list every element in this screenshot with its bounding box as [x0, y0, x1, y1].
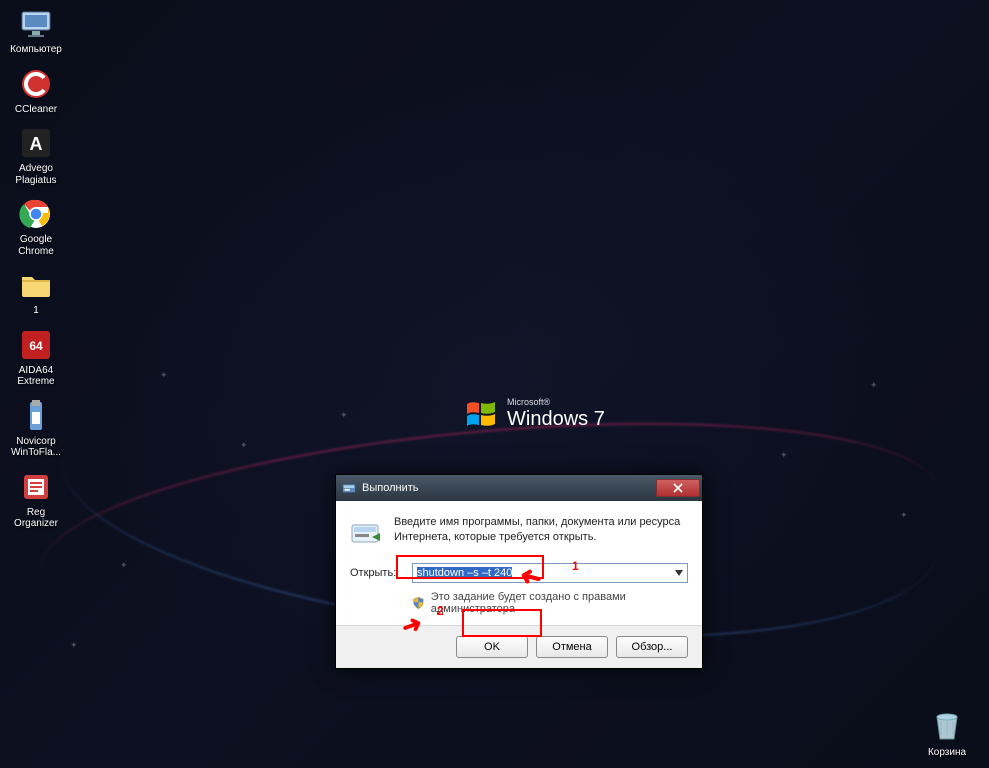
desktop-icon-folder-1[interactable]: 1 [4, 265, 68, 319]
run-dialog-title: Выполнить [362, 482, 650, 494]
browse-button[interactable]: Обзор... [616, 636, 688, 658]
cancel-button[interactable]: Отмена [536, 636, 608, 658]
desktop-icon-wintoflash[interactable]: Novicorp WinToFla... [4, 396, 68, 461]
svg-text:64: 64 [29, 339, 43, 353]
desktop-icon-recycle-bin[interactable]: Корзина [915, 705, 979, 758]
desktop-icon-chrome[interactable]: Google Chrome [4, 194, 68, 259]
run-dialog-titlebar[interactable]: Выполнить [336, 475, 702, 501]
close-icon [673, 483, 683, 493]
combobox-dropdown-button[interactable] [671, 564, 687, 582]
admin-note-text: Это задание будет создано с правами адми… [431, 591, 688, 615]
run-dialog: Выполнить Введите имя программы, папки, … [335, 474, 703, 669]
desktop-icon-label: Reg Organizer [6, 507, 66, 530]
desktop-icon-label: Advego Plagiatus [6, 163, 66, 186]
command-combobox[interactable] [412, 563, 688, 583]
computer-icon [18, 6, 54, 42]
desktop-icon-label: AIDA64 Extreme [6, 365, 66, 388]
windows-logo-center: Microsoft® Windows 7 [465, 398, 605, 430]
brand-windows7-text: Windows 7 [507, 408, 605, 430]
run-dialog-title-icon [342, 481, 356, 495]
close-button[interactable] [656, 479, 700, 497]
desktop-icon-advego[interactable]: A Advego Plagiatus [4, 123, 68, 188]
ccleaner-icon [18, 66, 54, 102]
aida64-icon: 64 [18, 327, 54, 363]
desktop-icon-regorganizer[interactable]: Reg Organizer [4, 467, 68, 532]
desktop-icon-computer[interactable]: Компьютер [4, 4, 68, 58]
windows-flag-icon [465, 398, 497, 430]
desktop-icon-label: 1 [33, 305, 39, 317]
chevron-down-icon [675, 570, 683, 576]
brand-microsoft-text: Microsoft® [507, 398, 605, 408]
recycle-bin-icon [927, 705, 967, 745]
desktop-icon-ccleaner[interactable]: CCleaner [4, 64, 68, 118]
command-input[interactable] [413, 564, 687, 582]
ok-button[interactable]: OK [456, 636, 528, 658]
desktop-icon-label: Novicorp WinToFla... [6, 436, 66, 459]
run-dialog-description: Введите имя программы, папки, документа … [394, 515, 688, 549]
chrome-icon [18, 196, 54, 232]
shield-icon [412, 596, 425, 610]
desktop-icon-aida64[interactable]: 64 AIDA64 Extreme [4, 325, 68, 390]
run-icon [350, 517, 382, 549]
open-label: Открыть: [350, 567, 406, 579]
desktop-icon-label: CCleaner [15, 104, 57, 116]
folder-icon [18, 267, 54, 303]
desktop-icon-label: Google Chrome [6, 234, 66, 257]
recycle-bin-label: Корзина [928, 747, 966, 758]
advego-icon: A [18, 125, 54, 161]
wintoflash-icon [18, 398, 54, 434]
desktop-icon-label: Компьютер [10, 44, 62, 56]
svg-text:A: A [30, 134, 43, 154]
regorganizer-icon [18, 469, 54, 505]
